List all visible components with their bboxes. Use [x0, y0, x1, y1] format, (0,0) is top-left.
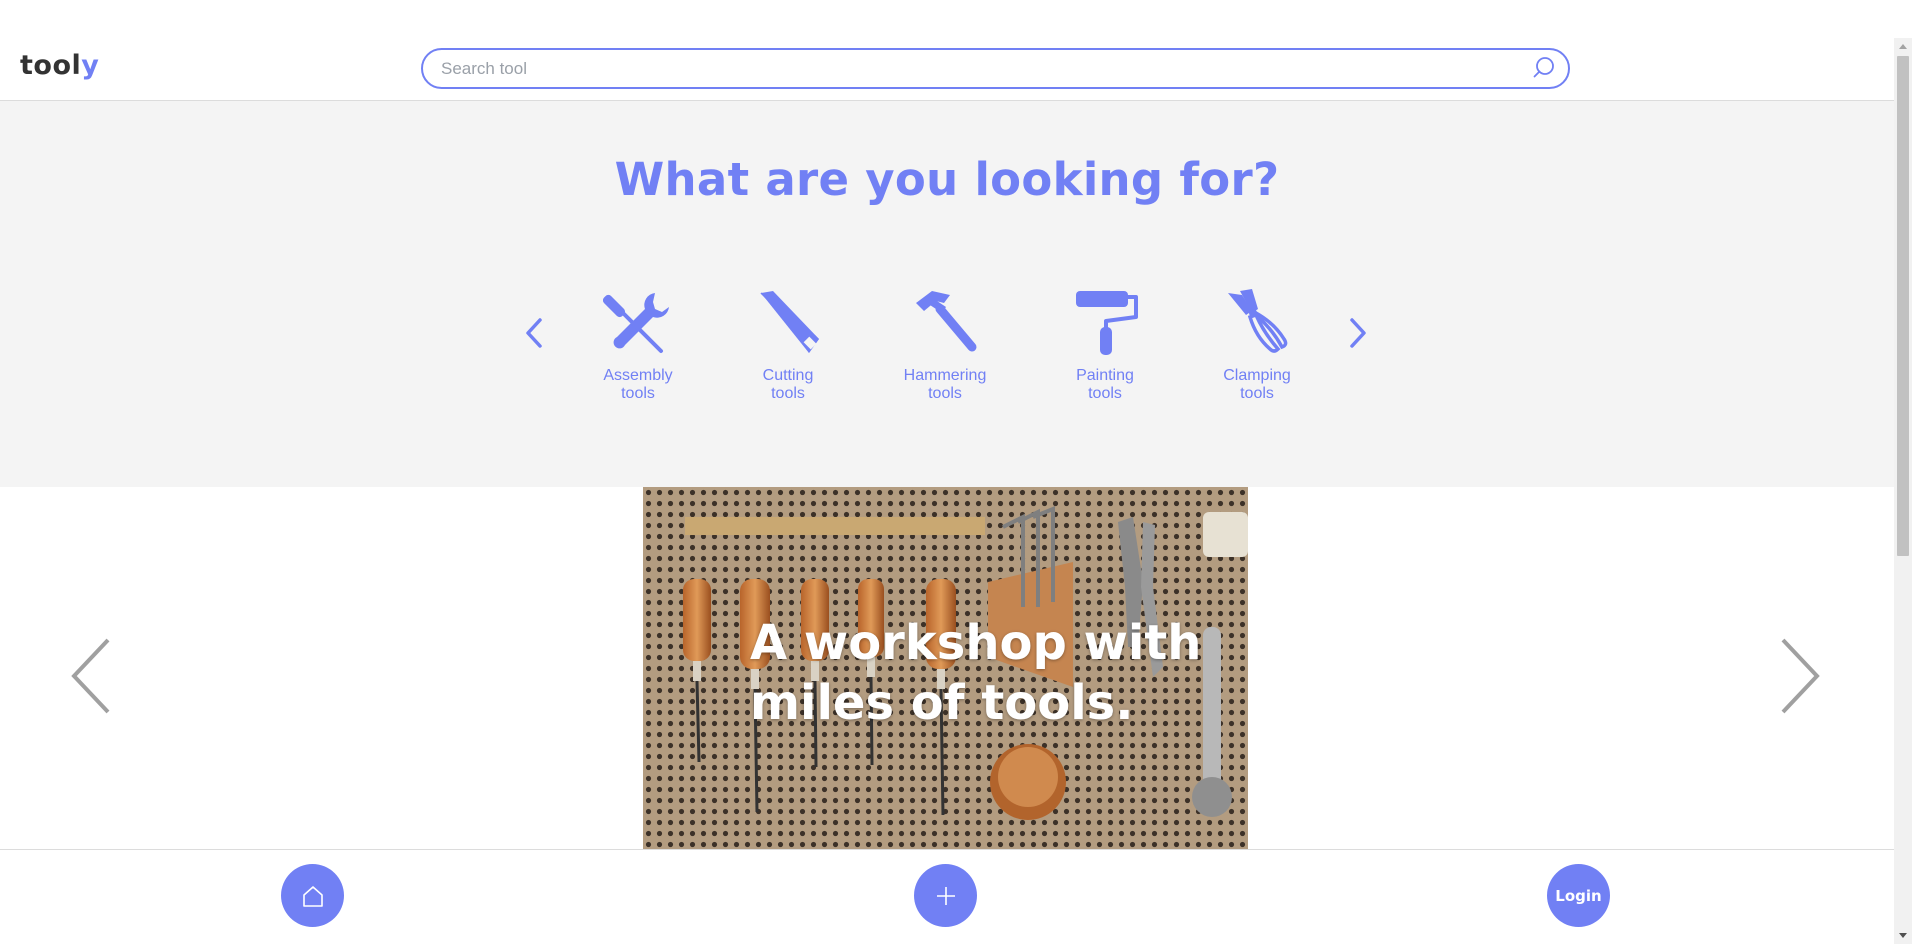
chevron-left-icon[interactable]	[68, 636, 114, 716]
login-button[interactable]: Login	[1547, 864, 1610, 927]
category-hammering-tools[interactable]: Hammering tools	[885, 287, 1005, 403]
scroll-thumb[interactable]	[1897, 56, 1909, 556]
home-button[interactable]	[281, 864, 344, 927]
category-clamping-tools[interactable]: Clamping tools	[1197, 287, 1317, 403]
paint-roller-icon	[1076, 291, 1138, 355]
hero-headline: A workshop with miles of tools.	[750, 613, 1210, 733]
wrench-screwdriver-icon	[603, 293, 669, 353]
chevron-right-icon[interactable]	[1777, 636, 1823, 716]
category-label-line1: Painting	[1076, 367, 1134, 384]
login-label: Login	[1555, 886, 1602, 905]
logo-accent-letter: y	[81, 50, 100, 81]
category-assembly-tools[interactable]: Assembly tools	[578, 287, 698, 403]
category-label-line1: Hammering	[903, 367, 987, 384]
vertical-scrollbar[interactable]	[1894, 38, 1912, 944]
chevron-left-icon[interactable]	[522, 316, 546, 350]
add-button[interactable]	[914, 864, 977, 927]
bottom-nav: Login	[0, 849, 1894, 944]
categories-title: What are you looking for?	[614, 153, 1280, 206]
scroll-up-arrow-icon[interactable]	[1899, 44, 1907, 49]
hammer-icon	[916, 291, 977, 352]
logo[interactable]: tooly	[20, 50, 99, 81]
pliers-icon	[1228, 289, 1288, 353]
category-label-line2: tools	[1240, 385, 1274, 402]
category-label-line1: Cutting	[762, 367, 814, 384]
category-label-line2: tools	[621, 385, 655, 402]
search-bar	[421, 48, 1570, 89]
category-painting-tools[interactable]: Painting tools	[1045, 287, 1165, 403]
handsaw-icon	[760, 291, 819, 353]
scroll-down-arrow-icon[interactable]	[1899, 933, 1907, 938]
categories-section: What are you looking for? Assembly tools …	[0, 101, 1894, 487]
search-icon[interactable]	[1532, 56, 1556, 80]
viewport: tooly What are you looking for? Assembly…	[0, 0, 1912, 944]
category-label-line1: Assembly	[603, 367, 673, 384]
search-input[interactable]	[441, 50, 1521, 87]
category-label-line2: tools	[1088, 385, 1122, 402]
chevron-right-icon[interactable]	[1346, 316, 1370, 350]
hero-banner[interactable]: A workshop with miles of tools.	[643, 487, 1248, 849]
category-label-line2: tools	[928, 385, 962, 402]
category-cutting-tools[interactable]: Cutting tools	[728, 287, 848, 403]
logo-text: tool	[20, 50, 82, 81]
category-label-line1: Clamping	[1223, 367, 1291, 384]
header: tooly	[0, 38, 1894, 101]
home-icon	[302, 885, 323, 907]
category-label-line2: tools	[771, 385, 805, 402]
page: tooly What are you looking for? Assembly…	[0, 0, 1894, 944]
plus-icon	[936, 886, 955, 905]
hero-headline-line2: miles of tools.	[750, 675, 1134, 731]
hero-headline-line1: A workshop with	[750, 615, 1202, 671]
